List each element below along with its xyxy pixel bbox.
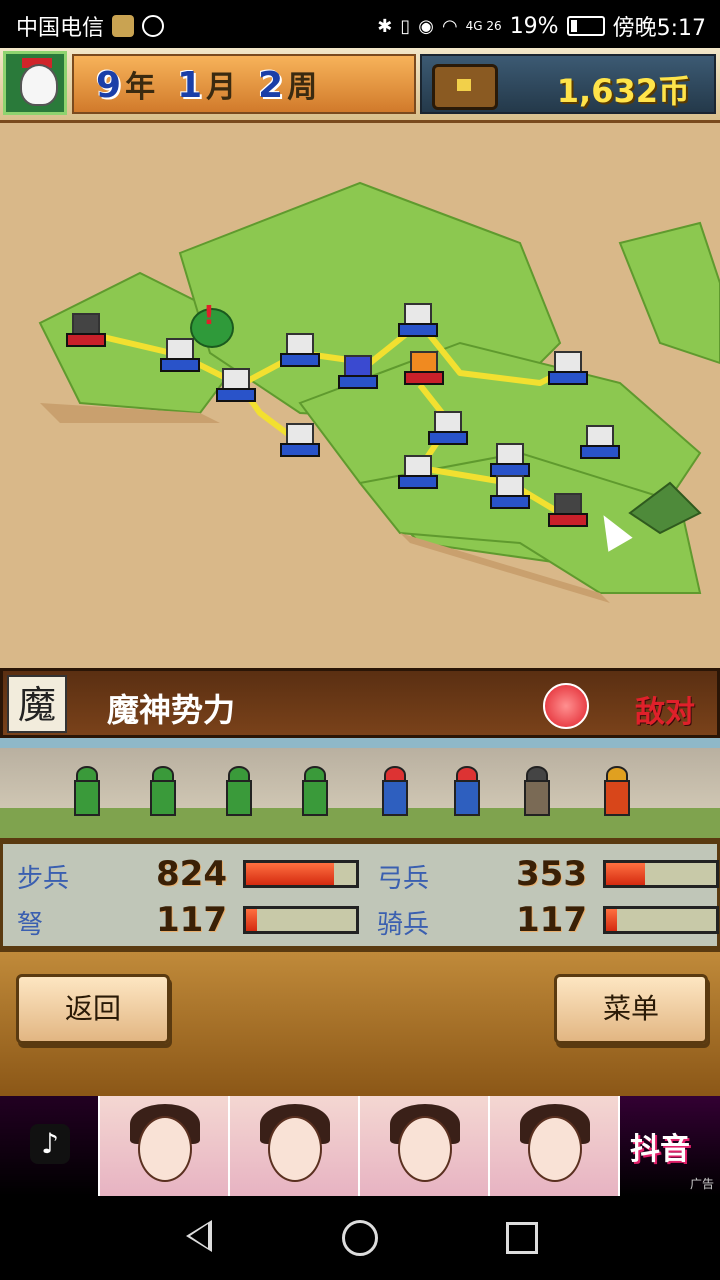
angry-face-icon — [543, 683, 589, 729]
ad-photo[interactable] — [100, 1096, 230, 1196]
treasure-chest-icon — [432, 64, 498, 110]
eye-icon: ◉ — [418, 15, 434, 37]
month-unit: 月 — [206, 70, 237, 105]
ad-photo[interactable] — [230, 1096, 360, 1196]
army-stats: 步兵 824 弓兵 353 弩 117 骑兵 117 — [0, 841, 720, 949]
tiktok-icon: ♪ — [30, 1124, 70, 1164]
archer-bar — [603, 860, 719, 888]
relation-status: 敌对 — [635, 695, 695, 730]
nav-home-icon[interactable] — [342, 1220, 378, 1256]
nav-back-icon[interactable] — [186, 1220, 212, 1252]
archer-unit-icon — [510, 764, 564, 826]
town-node[interactable] — [216, 368, 256, 402]
general-unit-icon — [590, 764, 644, 826]
faction-emblem: 魔 — [7, 675, 67, 733]
town-node[interactable] — [490, 443, 530, 477]
battery-icon — [566, 16, 605, 36]
ad-banner[interactable]: ♪ 抖音 广告 — [0, 1096, 720, 1196]
ad-photo[interactable] — [360, 1096, 490, 1196]
back-button[interactable]: 返回 — [16, 974, 170, 1044]
world-map[interactable]: ! — [0, 123, 720, 668]
cavalry-value: 117 — [516, 900, 587, 940]
date-display: 9 年 1 月 2 周 — [72, 54, 416, 114]
ad-brand-tile[interactable]: 抖音 广告 — [620, 1096, 720, 1196]
battery-percent: 19% — [509, 13, 559, 39]
timer-icon — [142, 15, 165, 37]
crossbow-stat: 弩 117 — [17, 900, 359, 940]
network-label: 4G 26 — [465, 19, 502, 33]
shield-unit-icon — [440, 764, 494, 826]
app-notification-icon — [112, 15, 135, 37]
coin-count: 1,632币 — [556, 72, 690, 110]
menu-button[interactable]: 菜单 — [554, 974, 708, 1044]
infantry-unit-icon — [136, 764, 190, 826]
navigation-bar — [0, 1196, 720, 1280]
infantry-label: 步兵 — [17, 864, 70, 894]
week-unit: 周 — [287, 70, 318, 105]
town-node[interactable] — [490, 475, 530, 509]
coin-display: 1,632币 — [420, 54, 716, 114]
cavalry-stat: 骑兵 117 — [377, 900, 719, 940]
troop-lineup — [0, 738, 720, 841]
wifi-icon: ◠ — [441, 15, 458, 37]
infantry-stat: 步兵 824 — [17, 854, 359, 894]
town-node[interactable] — [580, 425, 620, 459]
ad-brand-label: 抖音 — [630, 1132, 690, 1167]
status-bar: 中国电信 ✱ ▯ ◉ ◠ 4G 26 19% 傍晚5:17 — [0, 0, 720, 48]
player-castle[interactable] — [338, 355, 378, 389]
town-node[interactable] — [398, 455, 438, 489]
grass-plateau-ne — [618, 221, 720, 365]
battle-site-node[interactable] — [404, 351, 444, 385]
enemy-castle-selected[interactable] — [548, 493, 588, 527]
vibrate-icon: ▯ — [400, 15, 411, 37]
archer-value: 353 — [516, 854, 587, 894]
town-node[interactable] — [280, 423, 320, 457]
faction-panel: 魔 魔神势力 敌对 — [0, 668, 720, 738]
town-node[interactable] — [160, 338, 200, 372]
year-unit: 年 — [125, 70, 156, 105]
archer-label: 弓兵 — [377, 864, 430, 894]
archer-stat: 弓兵 353 — [377, 854, 719, 894]
terrain-layer — [38, 181, 720, 603]
nav-recent-apps-icon[interactable] — [506, 1222, 538, 1254]
infantry-unit-icon — [212, 764, 266, 826]
cavalry-label: 骑兵 — [377, 910, 430, 940]
shield-unit-icon — [368, 764, 422, 826]
bluetooth-icon: ✱ — [377, 15, 393, 37]
infantry-value: 824 — [156, 854, 227, 894]
town-node[interactable] — [428, 411, 468, 445]
snowman-avatar-icon — [20, 64, 58, 106]
cavalry-bar — [603, 906, 719, 934]
infantry-bar — [243, 860, 359, 888]
ad-logo-tile[interactable]: ♪ — [0, 1096, 100, 1196]
week-number: 2 — [258, 65, 284, 106]
faction-name: 魔神势力 — [107, 691, 236, 729]
town-node[interactable] — [548, 351, 588, 385]
ad-photo[interactable] — [490, 1096, 620, 1196]
ad-tag-label: 广告 — [689, 1177, 714, 1191]
crossbow-bar — [243, 906, 359, 934]
player-portrait[interactable] — [3, 51, 67, 115]
infantry-unit-icon — [288, 764, 342, 826]
carrier-label: 中国电信 — [16, 16, 105, 41]
crossbow-label: 弩 — [17, 910, 44, 940]
year-number: 9 — [96, 65, 122, 106]
town-node[interactable] — [280, 333, 320, 367]
infantry-unit-icon — [60, 764, 114, 826]
crossbow-value: 117 — [156, 900, 227, 940]
alert-icon: ! — [203, 301, 215, 331]
enemy-castle-west[interactable] — [66, 313, 106, 347]
month-number: 1 — [177, 65, 203, 106]
clock: 傍晚5:17 — [612, 16, 706, 41]
top-hud: 9 年 1 月 2 周 1,632币 — [0, 48, 720, 123]
town-node[interactable] — [398, 303, 438, 337]
action-panel: 返回 菜单 — [0, 949, 720, 1099]
